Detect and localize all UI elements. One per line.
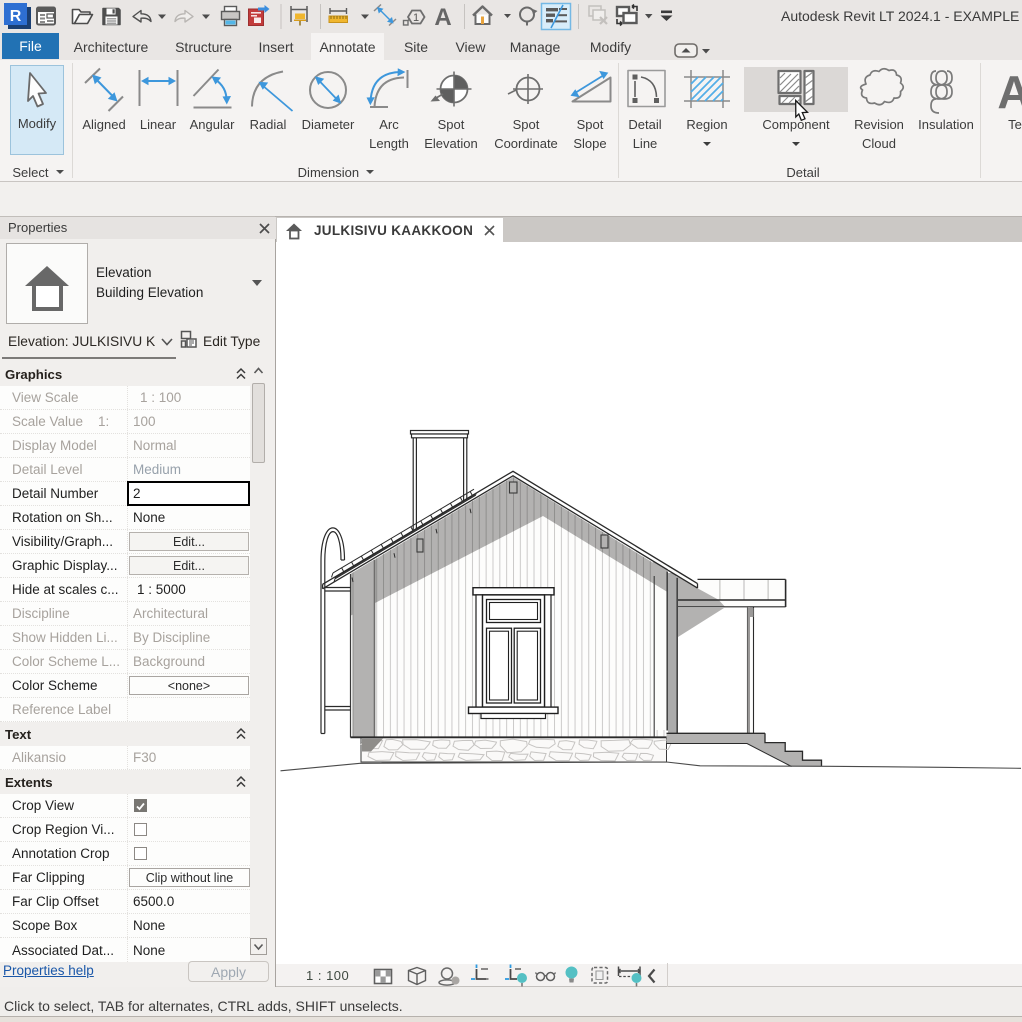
svg-text:R: R (10, 8, 22, 25)
svg-text:1: 1 (413, 12, 419, 24)
svg-text:A: A (434, 4, 451, 31)
